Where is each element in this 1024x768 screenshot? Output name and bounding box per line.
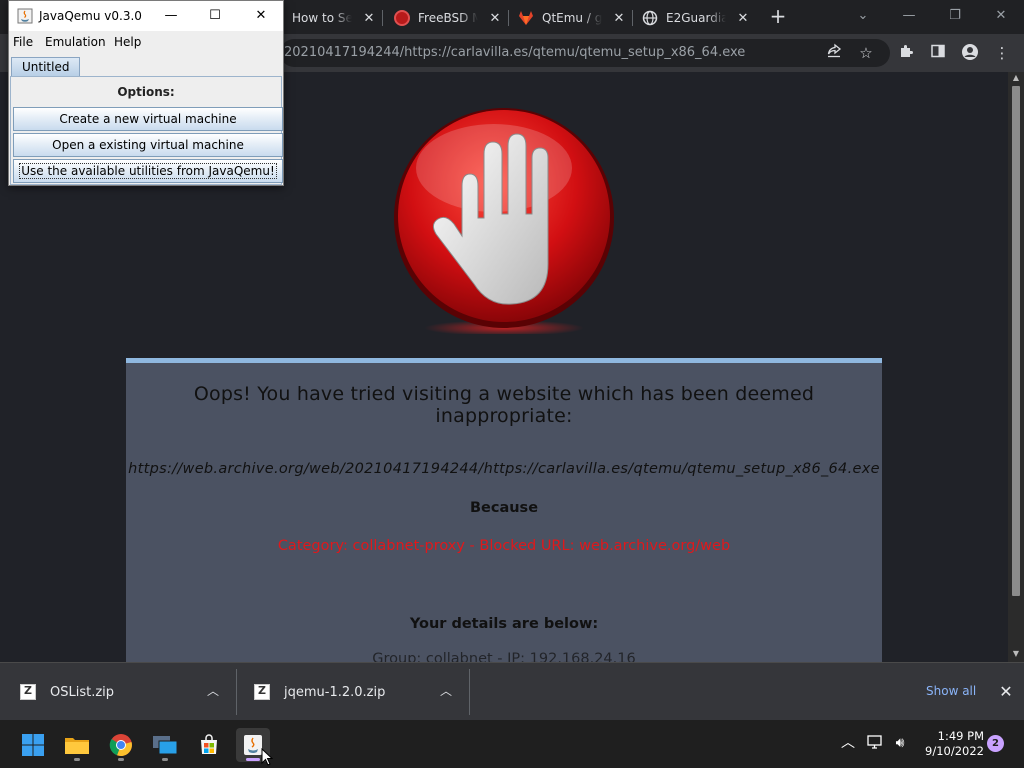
file-explorer-button[interactable] bbox=[60, 728, 94, 762]
button-label: Use the available utilities from JavaQem… bbox=[19, 163, 277, 179]
tab-search-icon[interactable]: ⌄ bbox=[851, 4, 875, 28]
restore-icon[interactable]: ❐ bbox=[943, 4, 967, 28]
because-label: Because bbox=[469, 500, 539, 516]
folder-icon bbox=[65, 738, 89, 754]
tab-qtemu[interactable]: QtEmu / g ✕ bbox=[518, 4, 626, 32]
tab-title: FreeBSD M bbox=[418, 11, 478, 25]
running-indicator bbox=[246, 758, 260, 761]
tab-title: QtEmu / g bbox=[542, 11, 602, 25]
block-headline: Oops! You have tried visiting a website … bbox=[193, 383, 815, 427]
tab-how-to-set[interactable]: How to Set ✕ bbox=[292, 4, 376, 32]
chrome-icon bbox=[109, 734, 132, 757]
task-view-button[interactable] bbox=[148, 728, 182, 762]
tab-separator bbox=[632, 10, 633, 26]
minimize-icon[interactable]: — bbox=[897, 4, 921, 28]
tab-close-icon[interactable]: ✕ bbox=[362, 11, 376, 26]
globe-icon bbox=[642, 10, 658, 26]
show-all-link[interactable]: Show all bbox=[926, 684, 976, 698]
blocked-url: https://web.archive.org/web/202104171942… bbox=[128, 461, 880, 477]
tab-title: E2Guardian bbox=[666, 11, 726, 25]
download-item[interactable]: OSList.zip bbox=[20, 663, 114, 721]
tab-e2guardian[interactable]: E2Guardian ✕ bbox=[642, 4, 750, 32]
address-bar[interactable]: 20210417194244/https://carlavilla.es/qte… bbox=[280, 39, 890, 67]
store-icon bbox=[201, 734, 217, 754]
tab-close-icon[interactable]: ✕ bbox=[612, 11, 626, 26]
button-label: Create a new virtual machine bbox=[59, 112, 237, 126]
start-button[interactable] bbox=[16, 728, 50, 762]
download-item[interactable]: jqemu-1.2.0.zip bbox=[254, 663, 385, 721]
close-icon[interactable]: ✕ bbox=[251, 6, 271, 26]
options-label: Options: bbox=[117, 85, 175, 99]
bookmark-star-icon[interactable]: ☆ bbox=[856, 43, 876, 63]
javaqemu-window: JavaQemu v0.3.0 — ☐ ✕ File Emulation Hel… bbox=[8, 0, 284, 186]
details-text: Group: collabnet - IP: 192.168.24.16 bbox=[372, 651, 636, 662]
tab-untitled[interactable]: Untitled bbox=[11, 57, 81, 76]
clock-date: 9/10/2022 bbox=[925, 744, 984, 758]
chevron-up-icon[interactable]: ︿ bbox=[205, 683, 221, 699]
chevron-up-icon[interactable]: ︿ bbox=[839, 734, 857, 752]
running-indicator bbox=[74, 758, 80, 761]
menu-help[interactable]: Help bbox=[114, 35, 141, 49]
maximize-icon[interactable]: ☐ bbox=[205, 6, 225, 26]
tab-separator bbox=[382, 10, 383, 26]
chrome-button[interactable] bbox=[104, 728, 138, 762]
side-panel-icon[interactable] bbox=[928, 43, 948, 63]
network-icon[interactable] bbox=[866, 734, 884, 752]
javaqemu-titlebar[interactable]: JavaQemu v0.3.0 — ☐ ✕ bbox=[9, 1, 283, 31]
volume-icon[interactable]: 🔊︎ bbox=[891, 734, 909, 752]
windows-logo-icon bbox=[22, 734, 44, 756]
download-filename: OSList.zip bbox=[50, 684, 115, 700]
scroll-thumb[interactable] bbox=[1012, 86, 1020, 596]
close-icon[interactable]: ✕ bbox=[989, 4, 1013, 28]
freebsd-icon bbox=[394, 10, 410, 26]
chevron-up-icon[interactable]: ︿ bbox=[438, 683, 454, 699]
download-separator bbox=[236, 669, 237, 715]
system-clock[interactable]: 1:49 PM 9/10/2022 bbox=[914, 729, 984, 759]
utilities-button[interactable]: Use the available utilities from JavaQem… bbox=[13, 159, 283, 183]
minimize-icon[interactable]: — bbox=[161, 6, 181, 26]
tab-close-icon[interactable]: ✕ bbox=[488, 11, 502, 26]
clock-time: 1:49 PM bbox=[937, 729, 984, 743]
menu-bar: File Emulation Help bbox=[9, 31, 283, 53]
window-title: JavaQemu v0.3.0 bbox=[39, 9, 142, 23]
menu-emulation[interactable]: Emulation bbox=[45, 35, 106, 49]
menu-file[interactable]: File bbox=[13, 35, 33, 49]
scroll-up-icon[interactable]: ▲ bbox=[1008, 72, 1024, 84]
tab-title: How to Set bbox=[292, 11, 352, 25]
gitlab-icon bbox=[518, 10, 534, 26]
block-reason: Category: collabnet-proxy - Blocked URL:… bbox=[277, 538, 731, 554]
open-vm-button[interactable]: Open a existing virtual machine bbox=[13, 133, 283, 157]
running-indicator bbox=[162, 758, 168, 761]
taskbar: ︿ 🔊︎ 1:49 PM 9/10/2022 2 bbox=[0, 720, 1024, 768]
new-tab-button[interactable]: + bbox=[768, 6, 788, 26]
download-shelf: OSList.zip ︿ jqemu-1.2.0.zip ︿ Show all … bbox=[0, 662, 1024, 720]
store-button[interactable] bbox=[192, 728, 226, 762]
profile-icon[interactable] bbox=[960, 43, 980, 63]
close-icon[interactable]: ✕ bbox=[998, 682, 1014, 701]
download-separator bbox=[469, 669, 470, 715]
zip-file-icon bbox=[20, 684, 36, 700]
vertical-scrollbar[interactable]: ▲ ▼ bbox=[1008, 72, 1024, 662]
details-label: Your details are below: bbox=[409, 616, 599, 632]
scroll-down-icon[interactable]: ▼ bbox=[1008, 648, 1024, 660]
tab-freebsd[interactable]: FreeBSD M ✕ bbox=[394, 4, 502, 32]
create-vm-button[interactable]: Create a new virtual machine bbox=[13, 107, 283, 131]
block-notice-panel: Oops! You have tried visiting a website … bbox=[126, 358, 882, 662]
mouse-cursor-icon bbox=[261, 748, 273, 766]
zip-file-icon bbox=[254, 684, 270, 700]
tab-close-icon[interactable]: ✕ bbox=[736, 11, 750, 26]
stop-hand-icon bbox=[394, 108, 614, 334]
download-filename: jqemu-1.2.0.zip bbox=[284, 684, 386, 700]
notification-badge[interactable]: 2 bbox=[987, 735, 1004, 752]
button-label: Open a existing virtual machine bbox=[52, 138, 244, 152]
java-icon bbox=[17, 8, 33, 24]
menu-kebab-icon[interactable]: ⋮ bbox=[992, 43, 1012, 63]
share-icon[interactable] bbox=[824, 43, 844, 63]
running-indicator bbox=[118, 758, 124, 761]
extensions-icon[interactable] bbox=[896, 43, 916, 63]
remote-desktop-icon bbox=[153, 736, 178, 755]
options-panel: Options: Create a new virtual machine Op… bbox=[10, 76, 283, 185]
tab-separator bbox=[508, 10, 509, 26]
